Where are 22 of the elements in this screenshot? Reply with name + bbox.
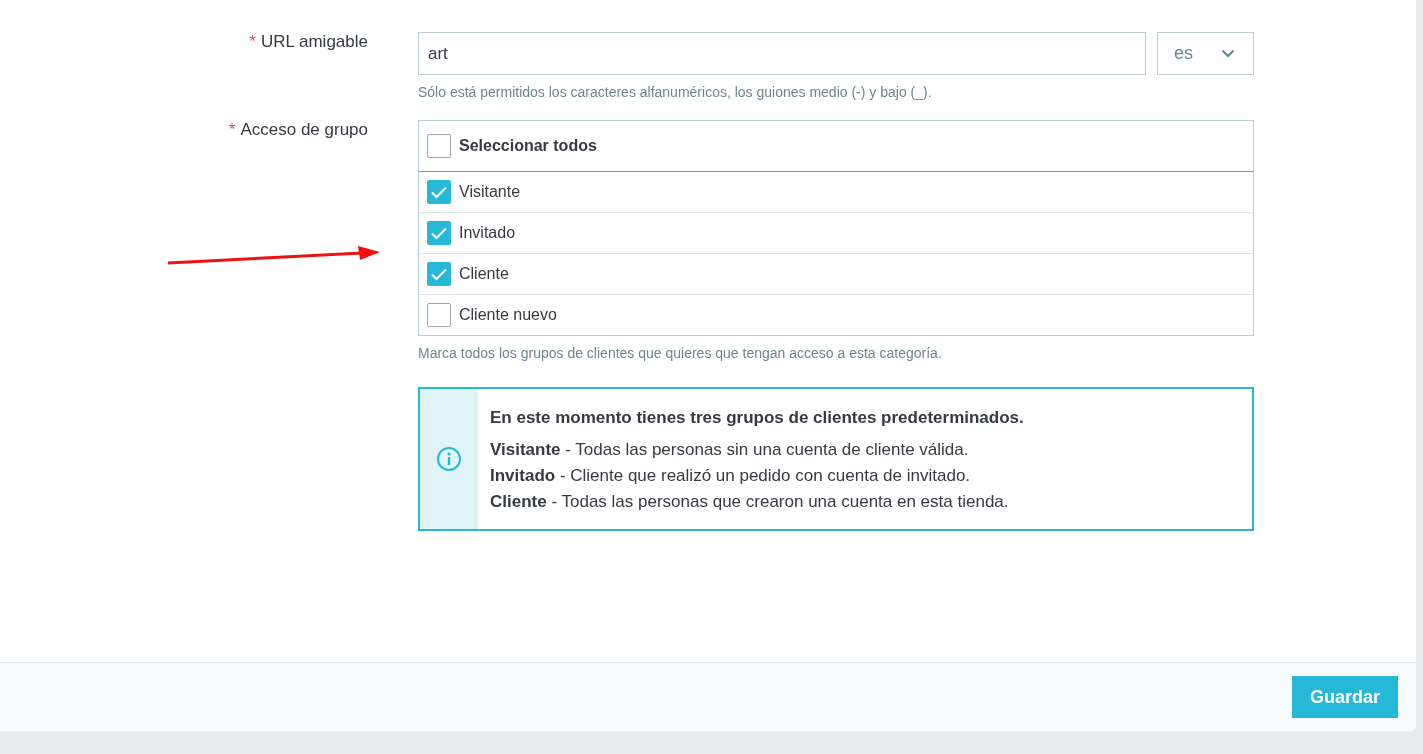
chevron-down-icon <box>1221 49 1235 58</box>
checkbox[interactable] <box>427 134 451 158</box>
info-title: En este momento tienes tres grupos de clientes predeterminados. <box>490 407 1024 429</box>
field-label: * URL amigable <box>249 32 368 51</box>
help-text: Marca todos los grupos de clientes que quieres que tengan acceso a esta categoría. <box>418 345 943 361</box>
checkbox[interactable] <box>427 262 451 286</box>
help-text: Sólo está permitidos los caracteres alfanuméricos, los guiones medio (-) y bajo (_). <box>418 84 933 100</box>
group-label[interactable]: Visitante <box>459 183 521 201</box>
info-text: Visitante - Todas las personas sin una cuenta de cliente válida. <box>490 439 970 461</box>
group-label[interactable]: Invitado <box>459 224 516 242</box>
info-icon <box>436 446 462 472</box>
group-label[interactable]: Cliente <box>459 265 509 283</box>
info-text: Invitado - Cliente que realizó un pedido con cuenta de invitado. <box>490 465 972 487</box>
language-select[interactable]: es <box>1157 32 1254 75</box>
checkbox[interactable] <box>427 221 451 245</box>
checkbox[interactable] <box>427 180 451 204</box>
group-label[interactable]: Cliente nuevo <box>459 306 557 324</box>
info-text: Cliente - Todas las personas que crearon una cuenta en esta tienda. <box>490 491 1010 513</box>
checkbox[interactable] <box>427 303 451 327</box>
field-label: * Acceso de grupo <box>228 120 368 139</box>
url-input-field[interactable]: art <box>418 32 1146 75</box>
select-all-label[interactable]: Seleccionar todos <box>459 137 597 155</box>
